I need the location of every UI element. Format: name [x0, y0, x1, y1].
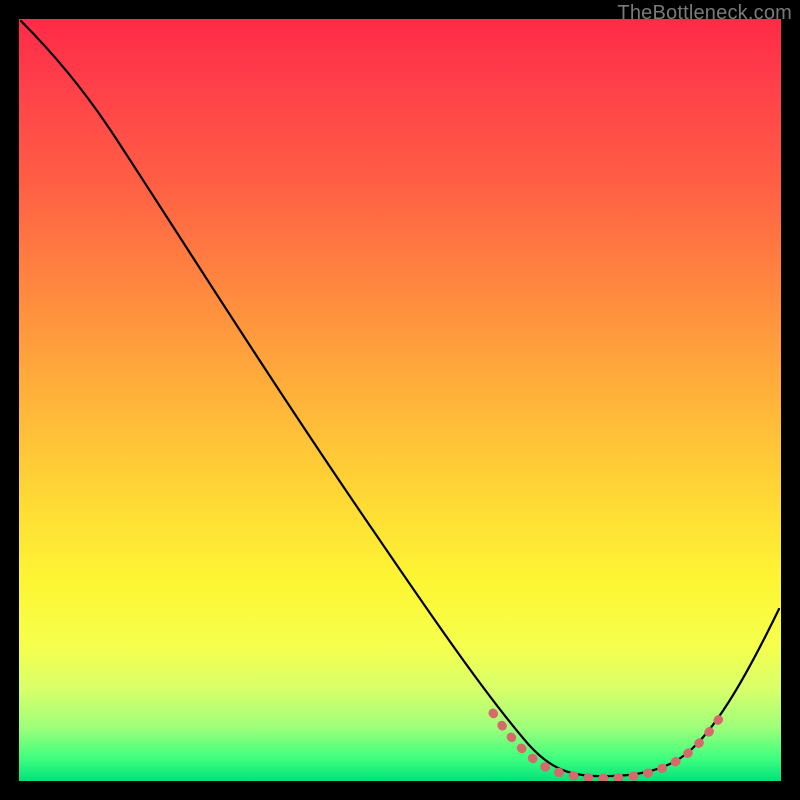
- curve-svg: [19, 19, 781, 781]
- optimum-marker-dots: [493, 713, 719, 778]
- chart-frame: TheBottleneck.com: [0, 0, 800, 800]
- bottleneck-curve: [21, 21, 779, 776]
- gradient-plot-area: [19, 19, 781, 781]
- watermark-text: TheBottleneck.com: [617, 2, 792, 25]
